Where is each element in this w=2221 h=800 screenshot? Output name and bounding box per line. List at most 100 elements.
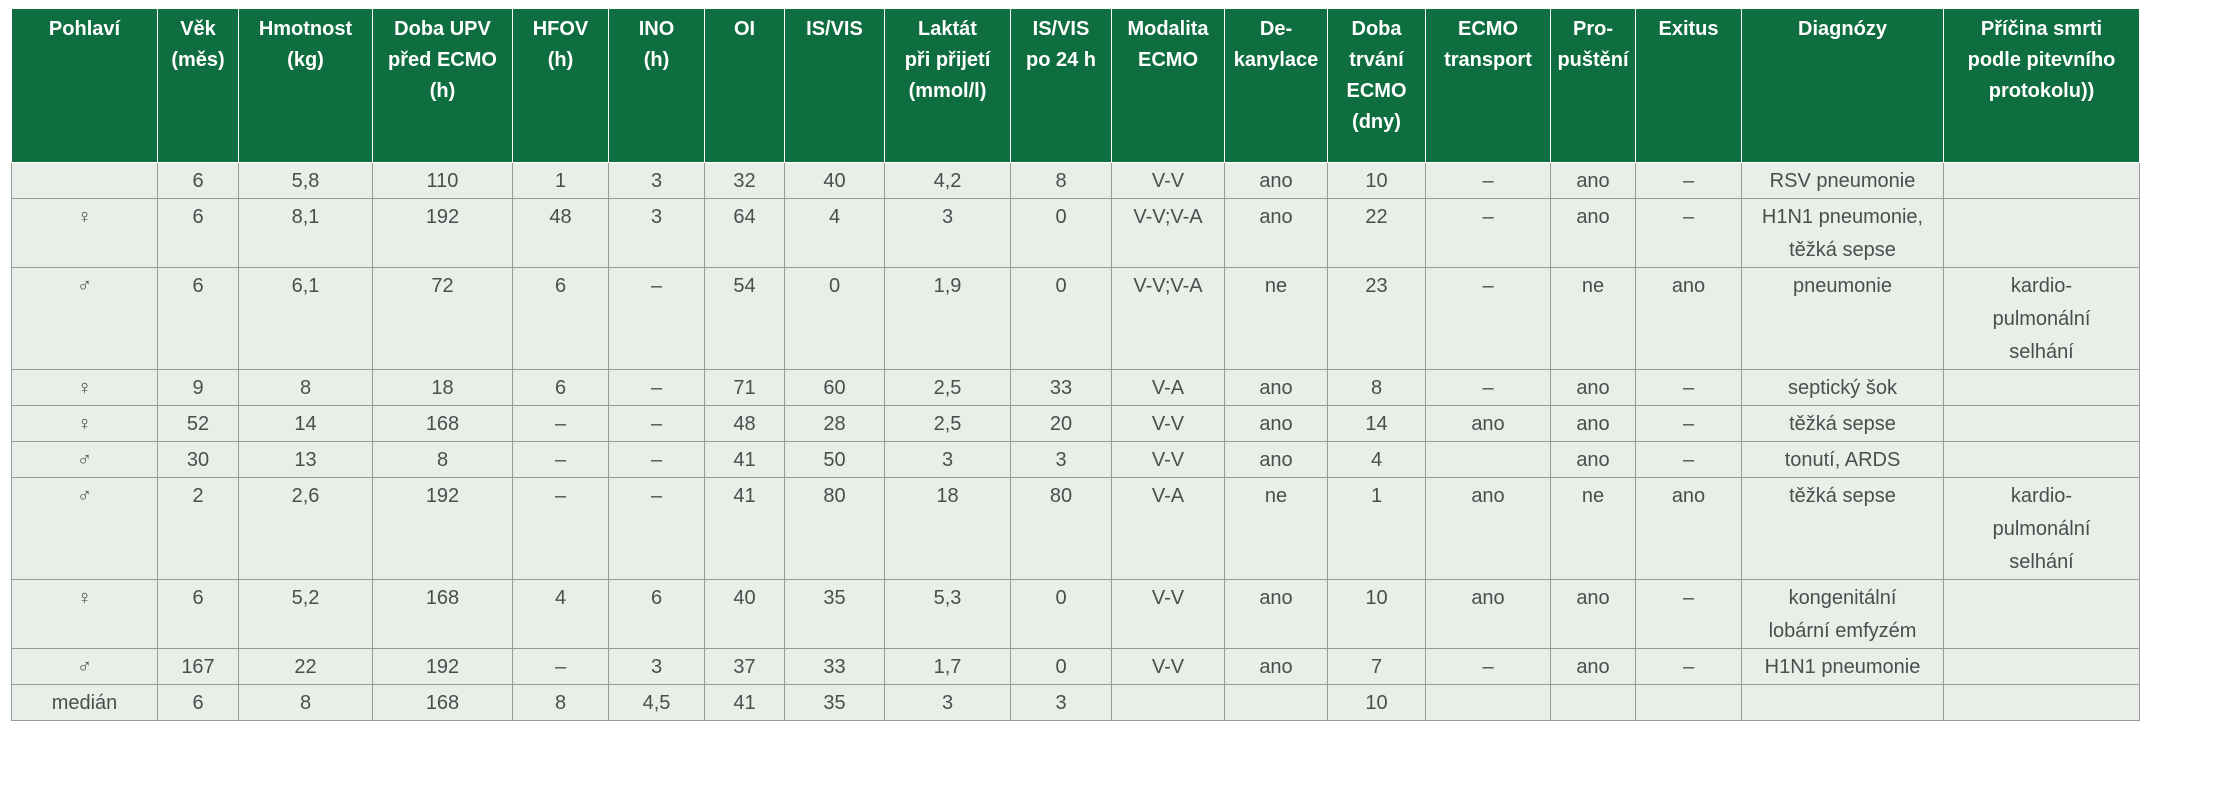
table-cell: –	[1635, 369, 1742, 406]
table-cell: 22	[238, 648, 373, 685]
table-cell: pneumonie	[1741, 267, 1944, 370]
table-cell	[1943, 579, 2140, 649]
table-cell: 35	[784, 684, 885, 721]
table-cell: ano	[1224, 405, 1328, 442]
table-cell: 8	[1327, 369, 1426, 406]
column-header: HFOV (h)	[512, 8, 609, 163]
table-cell: 3	[1010, 441, 1112, 478]
table-cell: 60	[784, 369, 885, 406]
table-cell: 10	[1327, 162, 1426, 199]
table-cell: 41	[704, 684, 785, 721]
table-cell: ano	[1635, 267, 1742, 370]
table-cell: 64	[704, 198, 785, 268]
table-cell: 5,3	[884, 579, 1011, 649]
column-header: Příčina smrti podle pitevního protokolu))	[1943, 8, 2140, 163]
table-cell: ano	[1425, 477, 1551, 580]
table-cell: 2	[157, 477, 239, 580]
table-cell: ano	[1425, 579, 1551, 649]
column-header: Doba UPV před ECMO (h)	[372, 8, 513, 163]
table-cell: ano	[1550, 579, 1636, 649]
table-cell: –	[1425, 648, 1551, 685]
table-cell: 6	[608, 579, 705, 649]
table-cell: –	[512, 405, 609, 442]
table-cell: 168	[372, 684, 513, 721]
table-container: Pohlaví Věk (měs) Hmotnost (kg) Doba UPV před …	[11, 8, 2140, 721]
table-cell: 0	[1010, 198, 1112, 268]
table-cell: 10	[1327, 684, 1426, 721]
table-cell: ne	[1550, 267, 1636, 370]
table-cell: 2,5	[884, 405, 1011, 442]
table-cell	[1943, 684, 2140, 721]
table-cell: 41	[704, 441, 785, 478]
table-cell: kardio-pulmonální selhání	[1943, 267, 2140, 370]
table-cell: ano	[1224, 441, 1328, 478]
table-cell: 40	[784, 162, 885, 199]
table-cell	[1943, 648, 2140, 685]
table-cell: těžká sepse	[1741, 477, 1944, 580]
table-cell: 48	[704, 405, 785, 442]
table-cell: ♀	[11, 369, 158, 406]
table-cell: 168	[372, 579, 513, 649]
table-cell: –	[1425, 267, 1551, 370]
ecmo-patients-table: Pohlaví Věk (měs) Hmotnost (kg) Doba UPV před …	[11, 8, 2140, 721]
table-cell: septický šok	[1741, 369, 1944, 406]
table-cell: 6	[512, 369, 609, 406]
table-cell: 6	[157, 162, 239, 199]
table-cell: 4	[784, 198, 885, 268]
table-cell: ano	[1224, 648, 1328, 685]
table-row: ♂ 2 2,6 192– –41 80 18 80 V-A ne 1 ano ne ano těžká se…	[11, 477, 2140, 580]
table-cell: ♂	[11, 441, 158, 478]
table-cell: ♂	[11, 477, 158, 580]
table-cell: –	[608, 369, 705, 406]
table-cell: 23	[1327, 267, 1426, 370]
table-cell: 32	[704, 162, 785, 199]
table-cell: 8	[238, 369, 373, 406]
table-cell	[1943, 405, 2140, 442]
table-cell: 8,1	[238, 198, 373, 268]
table-cell: H1N1 pneumonie	[1741, 648, 1944, 685]
column-header: Doba trvání ECMO (dny)	[1327, 8, 1426, 163]
table-cell: V-A	[1111, 369, 1225, 406]
table-cell: –	[1425, 198, 1551, 268]
table-cell: ♂	[11, 648, 158, 685]
table-cell: –	[1635, 162, 1742, 199]
table-cell: 48	[512, 198, 609, 268]
table-cell: 3	[884, 441, 1011, 478]
table-cell: 8	[1010, 162, 1112, 199]
table-row: ♀ 6 8,1 192 48 3 64 4 3 0 V-V;V-A ano 22– ano – H1N1 pn…	[11, 198, 2140, 268]
column-header: Hmotnost (kg)	[238, 8, 373, 163]
table-cell: 18	[372, 369, 513, 406]
table-cell	[1550, 684, 1636, 721]
table-cell: 2,5	[884, 369, 1011, 406]
table-cell: ♀	[11, 579, 158, 649]
table-cell: 28	[784, 405, 885, 442]
table-cell: ano	[1224, 162, 1328, 199]
table-cell: 35	[784, 579, 885, 649]
table-cell: 14	[238, 405, 373, 442]
table-cell: 0	[1010, 579, 1112, 649]
table-cell: V-V	[1111, 405, 1225, 442]
column-header: De-kanylace	[1224, 8, 1328, 163]
table-row: ♂ 30 13 8– –41 50 3 3 V-V ano 4 ano – tonutí, ARDS	[11, 441, 2140, 478]
table-cell: 33	[1010, 369, 1112, 406]
table-cell: V-V	[1111, 441, 1225, 478]
table-cell: 22	[1327, 198, 1426, 268]
table-cell: ♀	[11, 405, 158, 442]
column-header: Modalita ECMO	[1111, 8, 1225, 163]
table-cell: ano	[1224, 579, 1328, 649]
table-cell: 41	[704, 477, 785, 580]
table-cell: V-V;V-A	[1111, 267, 1225, 370]
table-cell: tonutí, ARDS	[1741, 441, 1944, 478]
table-cell: 192	[372, 648, 513, 685]
table-cell: 192	[372, 477, 513, 580]
table-cell: ano	[1550, 369, 1636, 406]
column-header: Pohlaví	[11, 8, 158, 163]
table-cell: 80	[1010, 477, 1112, 580]
table-cell: 10	[1327, 579, 1426, 649]
column-header: Laktát při přijetí (mmol/l)	[884, 8, 1011, 163]
table-cell: 4,5	[608, 684, 705, 721]
table-cell: 3	[884, 198, 1011, 268]
table-cell: 18	[884, 477, 1011, 580]
table-cell: –	[1635, 441, 1742, 478]
table-cell: 50	[784, 441, 885, 478]
